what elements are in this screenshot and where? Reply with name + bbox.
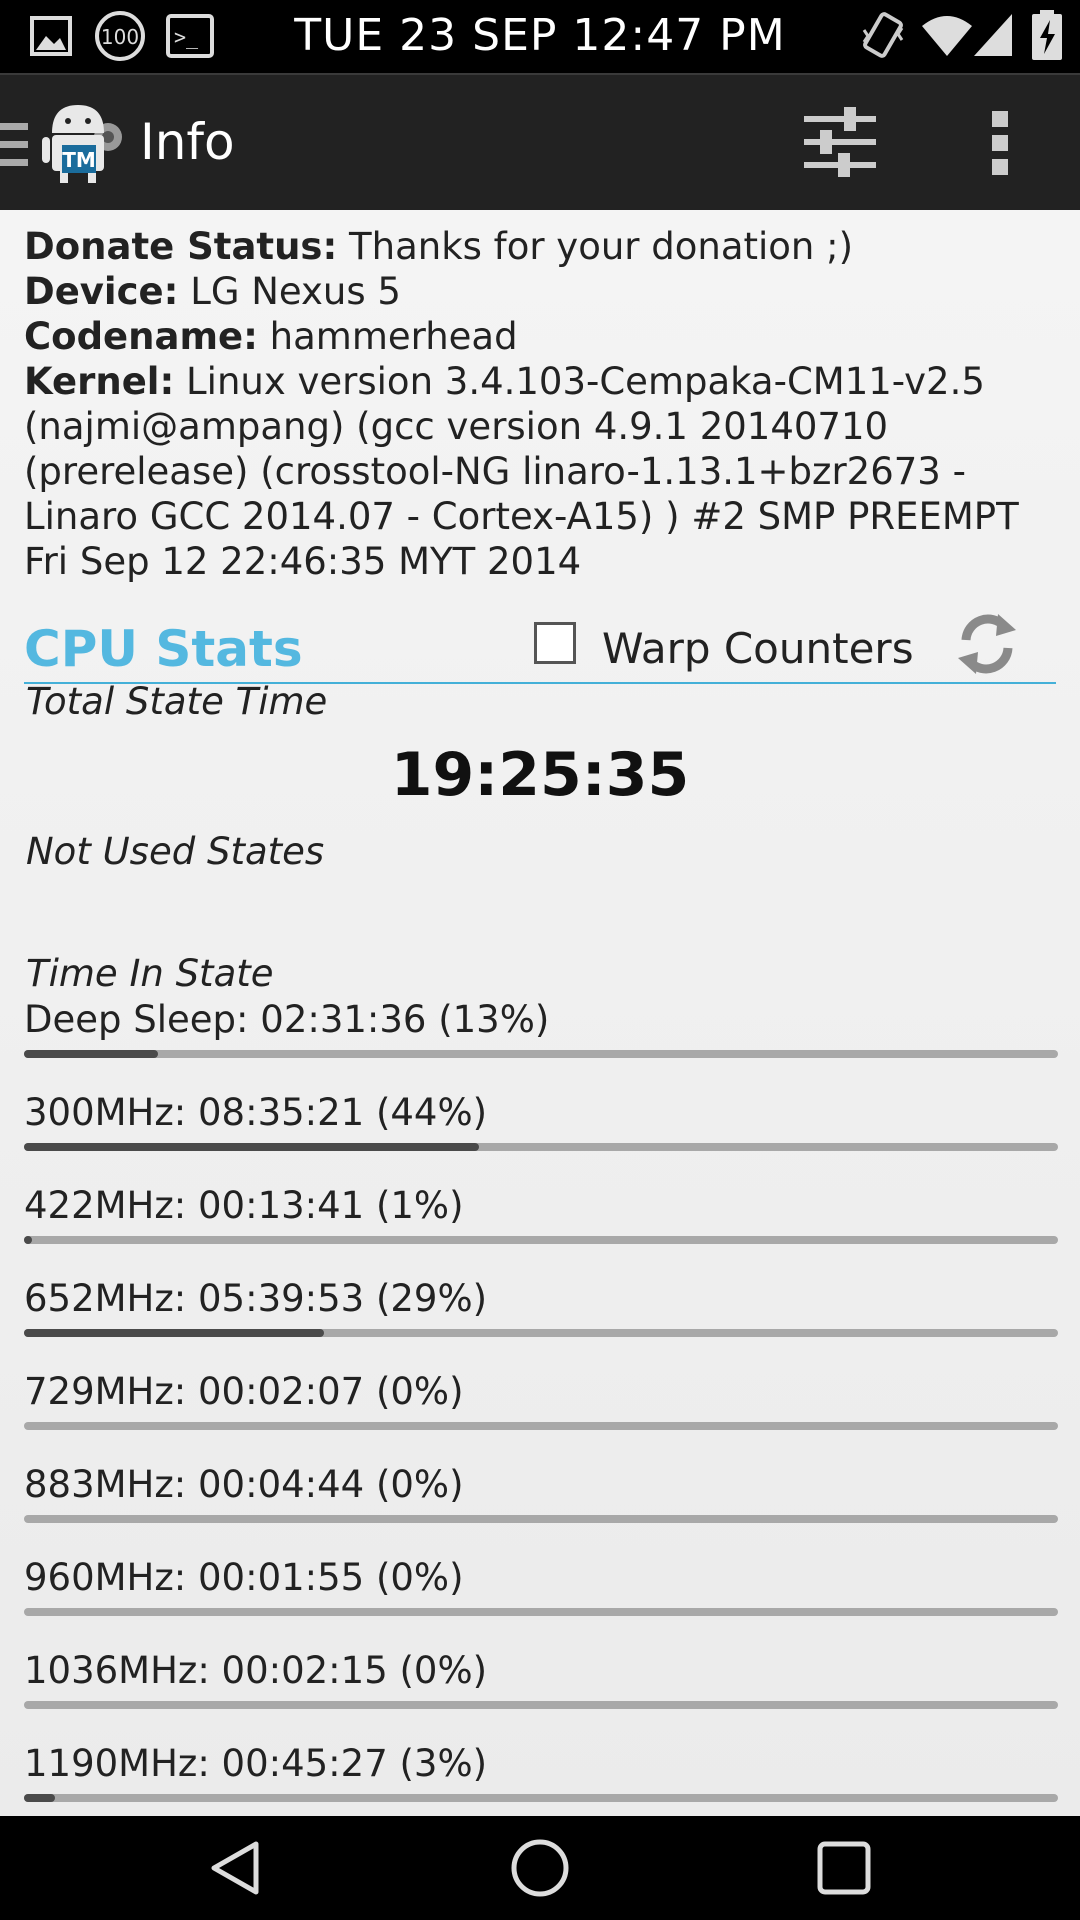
- warp-counters-label[interactable]: Warp Counters: [602, 624, 914, 673]
- state-progress-bar: [24, 1515, 1058, 1523]
- device-info: Donate Status: Thanks for your donation …: [24, 224, 1064, 584]
- kernel-value: Linux version 3.4.103-Cempaka-CM11-v2.5 …: [24, 360, 1019, 583]
- warp-counters-checkbox[interactable]: [534, 622, 576, 664]
- state-text: 729MHz: 00:02:07 (0%): [24, 1370, 464, 1413]
- state-text: Deep Sleep: 02:31:36 (13%): [24, 998, 550, 1041]
- kernel-row: Kernel: Linux version 3.4.103-Cempaka-CM…: [24, 359, 1064, 584]
- state-row: Deep Sleep: 02:31:36 (13%): [24, 998, 1058, 1090]
- state-progress-fill: [24, 1236, 32, 1244]
- status-time: TUE 23 SEP 12:47 PM: [294, 10, 786, 61]
- codename-row: Codename: hammerhead: [24, 314, 1064, 359]
- state-row: 652MHz: 05:39:53 (29%): [24, 1277, 1058, 1369]
- overflow-menu-icon[interactable]: [990, 111, 1010, 179]
- state-row: 1036MHz: 00:02:15 (0%): [24, 1649, 1058, 1741]
- not-used-states-label: Not Used States: [26, 830, 325, 873]
- app-logo-icon[interactable]: TM: [40, 97, 126, 191]
- state-text: 300MHz: 08:35:21 (44%): [24, 1091, 488, 1134]
- recents-icon[interactable]: [814, 1838, 874, 1902]
- content-area: Donate Status: Thanks for your donation …: [0, 210, 1080, 1816]
- state-row: 729MHz: 00:02:07 (0%): [24, 1370, 1058, 1462]
- state-progress-bar: [24, 1236, 1058, 1244]
- time-in-state-label: Time In State: [26, 952, 274, 995]
- state-text: 652MHz: 05:39:53 (29%): [24, 1277, 488, 1320]
- cpu-stats-header: CPU Stats Warp Counters: [24, 610, 1056, 684]
- svg-text:TM: TM: [62, 148, 96, 172]
- vibrate-icon: [860, 10, 906, 64]
- donate-status-value: Thanks for your donation ;): [349, 225, 854, 268]
- state-progress-fill: [24, 1794, 56, 1802]
- state-progress-fill: [24, 1329, 324, 1337]
- donate-status-label: Donate Status:: [24, 225, 338, 268]
- refresh-icon[interactable]: [954, 610, 1020, 682]
- kernel-label: Kernel:: [24, 360, 175, 403]
- page-title: Info: [140, 113, 235, 171]
- back-icon[interactable]: [206, 1838, 266, 1902]
- signal-icon: [972, 12, 1014, 62]
- state-progress-bar: [24, 1701, 1058, 1709]
- state-text: 1036MHz: 00:02:15 (0%): [24, 1649, 488, 1692]
- codename-label: Codename:: [24, 315, 258, 358]
- codename-value: hammerhead: [269, 315, 518, 358]
- state-text: 422MHz: 00:13:41 (1%): [24, 1184, 464, 1227]
- device-value: LG Nexus 5: [190, 270, 401, 313]
- state-progress-bar: [24, 1608, 1058, 1616]
- state-progress-bar: [24, 1794, 1058, 1802]
- cpu-stats-title: CPU Stats: [24, 620, 303, 678]
- state-text: 883MHz: 00:04:44 (0%): [24, 1463, 464, 1506]
- action-bar: TM Info: [0, 73, 1080, 210]
- state-row: 960MHz: 00:01:55 (0%): [24, 1556, 1058, 1648]
- battery-charging-icon: [1032, 10, 1062, 64]
- donate-status-row: Donate Status: Thanks for your donation …: [24, 224, 1064, 269]
- wifi-icon: [920, 12, 974, 62]
- state-text: 1190MHz: 00:45:27 (3%): [24, 1742, 488, 1785]
- state-progress-bar: [24, 1329, 1058, 1337]
- navigation-bar: [0, 1816, 1080, 1920]
- home-icon[interactable]: [508, 1838, 572, 1902]
- state-progress-bar: [24, 1050, 1058, 1058]
- tune-icon[interactable]: [804, 107, 876, 181]
- state-progress-fill: [24, 1143, 479, 1151]
- total-state-time-value: 19:25:35: [390, 740, 690, 810]
- state-text: 960MHz: 00:01:55 (0%): [24, 1556, 464, 1599]
- state-row: 883MHz: 00:04:44 (0%): [24, 1463, 1058, 1555]
- device-row: Device: LG Nexus 5: [24, 269, 1064, 314]
- state-row: 422MHz: 00:13:41 (1%): [24, 1184, 1058, 1276]
- state-progress-fill: [24, 1050, 159, 1058]
- state-row: 300MHz: 08:35:21 (44%): [24, 1091, 1058, 1183]
- status-bar: 100 >_ TUE 23 SEP 12:47 PM: [0, 0, 1080, 73]
- menu-icon[interactable]: [0, 123, 30, 171]
- state-progress-bar: [24, 1143, 1058, 1151]
- total-state-time-label: Total State Time: [26, 680, 328, 723]
- state-progress-bar: [24, 1422, 1058, 1430]
- device-label: Device:: [24, 270, 179, 313]
